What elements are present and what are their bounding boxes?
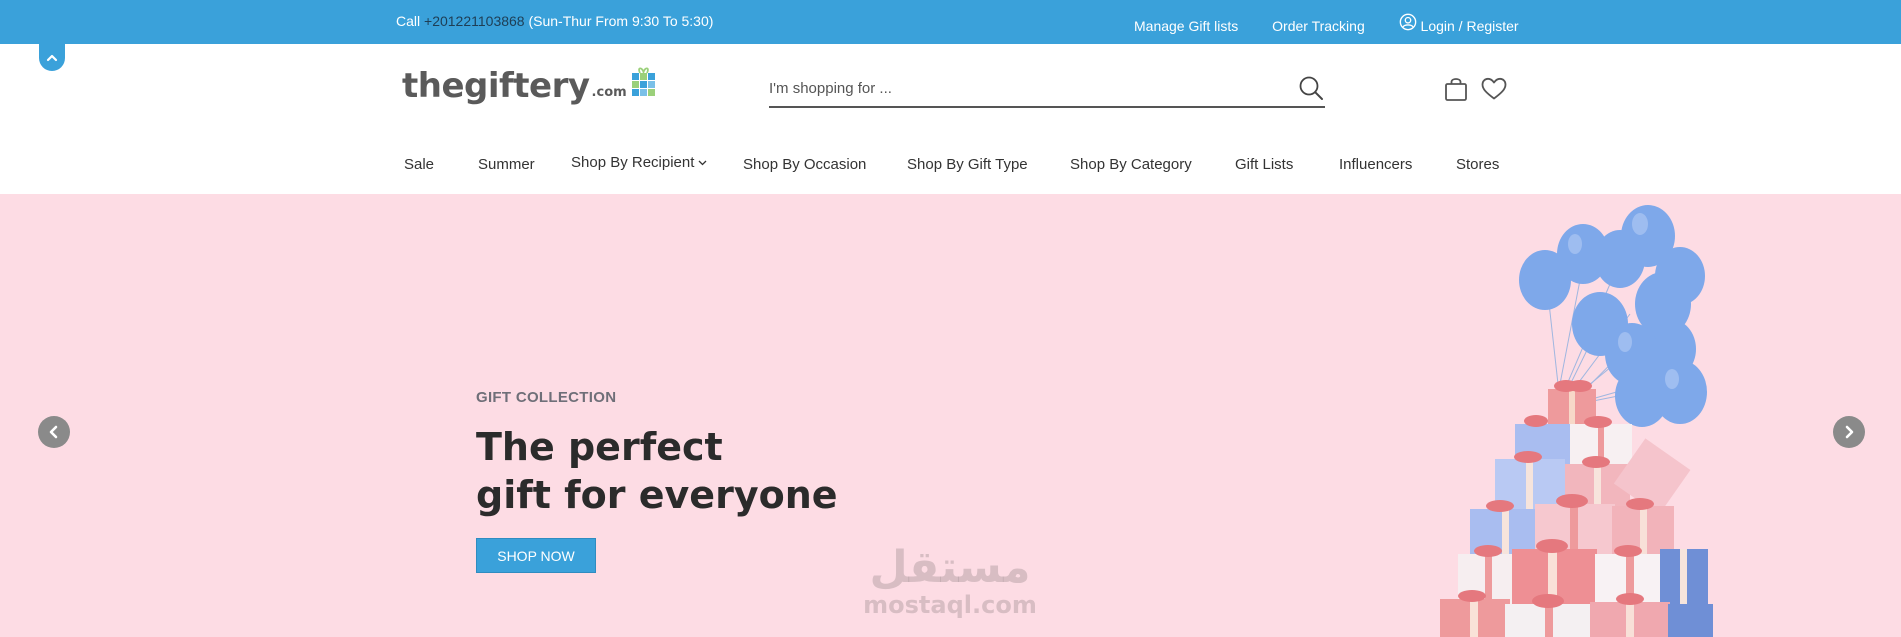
- site-logo[interactable]: thegiftery .com: [402, 67, 658, 103]
- nav-item-gift-lists[interactable]: Gift Lists: [1235, 156, 1293, 173]
- shop-now-button[interactable]: SHOP NOW: [476, 538, 596, 573]
- call-label: Call: [396, 13, 425, 29]
- nav-item-shop-by-recipient[interactable]: Shop By Recipient: [571, 154, 707, 171]
- nav-label: Shop By Category: [1070, 156, 1192, 173]
- chevron-down-icon: [698, 160, 707, 165]
- login-register-label: Login / Register: [1420, 18, 1519, 34]
- contact-info: Call +201221103868 (Sun-Thur From 9:30 T…: [396, 13, 713, 29]
- hero-headline-line-1: The perfect: [476, 425, 723, 469]
- nav-label: Influencers: [1339, 156, 1413, 173]
- manage-gift-lists-link[interactable]: Manage Gift lists: [1134, 18, 1238, 34]
- watermark-arabic: مستقل: [869, 542, 1031, 593]
- chevron-left-icon: [49, 425, 58, 439]
- nav-label: Shop By Gift Type: [907, 156, 1028, 173]
- order-tracking-link[interactable]: Order Tracking: [1272, 18, 1365, 34]
- logo-wordmark: thegiftery: [402, 66, 590, 106]
- hero-headline-line-2: gift for everyone: [476, 473, 838, 517]
- hero-eyebrow: GIFT COLLECTION: [476, 389, 617, 406]
- nav-item-sale[interactable]: Sale: [404, 156, 434, 173]
- watermark: مستقل mostaql.com: [862, 542, 1038, 619]
- hero-banner: GIFT COLLECTION The perfect gift for eve…: [0, 194, 1901, 637]
- nav-item-summer[interactable]: Summer: [478, 156, 535, 173]
- nav-label: Shop By Occasion: [743, 156, 867, 173]
- working-hours: (Sun-Thur From 9:30 To 5:30): [524, 13, 714, 29]
- nav-item-shop-by-occasion[interactable]: Shop By Occasion: [743, 156, 866, 173]
- chevron-up-icon: [46, 54, 58, 61]
- slider-next-button[interactable]: [1833, 416, 1865, 448]
- nav-label: Gift Lists: [1235, 156, 1294, 173]
- phone-number[interactable]: +201221103868: [424, 13, 525, 29]
- search-icon[interactable]: [1297, 74, 1325, 102]
- search-bar: [769, 72, 1325, 108]
- top-bar: Call +201221103868 (Sun-Thur From 9:30 T…: [0, 0, 1901, 44]
- nav-label: Summer: [478, 156, 535, 173]
- slider-prev-button[interactable]: [38, 416, 70, 448]
- top-links: Manage Gift lists Order Tracking Login /…: [1134, 13, 1549, 34]
- watermark-latin: mostaql.com: [863, 591, 1037, 619]
- nav-item-shop-by-category[interactable]: Shop By Category: [1070, 156, 1192, 173]
- shopping-bag-icon[interactable]: [1444, 76, 1468, 102]
- scroll-to-top-button[interactable]: [39, 44, 65, 71]
- user-icon: [1399, 13, 1416, 31]
- search-input[interactable]: [769, 74, 1269, 102]
- login-register-link[interactable]: Login / Register: [1399, 13, 1519, 34]
- gifts-and-balloons-image: [1440, 205, 1713, 637]
- chevron-right-icon: [1845, 425, 1854, 439]
- nav-item-shop-by-gift-type[interactable]: Shop By Gift Type: [907, 156, 1028, 173]
- nav-label: Sale: [404, 156, 435, 173]
- nav-label: Stores: [1456, 156, 1500, 173]
- hero-headline: The perfect gift for everyone: [476, 423, 838, 519]
- logo-domain: .com: [591, 85, 627, 100]
- nav-label: Shop By Recipient: [571, 154, 695, 171]
- nav-item-influencers[interactable]: Influencers: [1339, 156, 1412, 173]
- wishlist-heart-icon[interactable]: [1481, 77, 1507, 101]
- nav-item-stores[interactable]: Stores: [1456, 156, 1499, 173]
- logo-mark-icon: [631, 67, 655, 96]
